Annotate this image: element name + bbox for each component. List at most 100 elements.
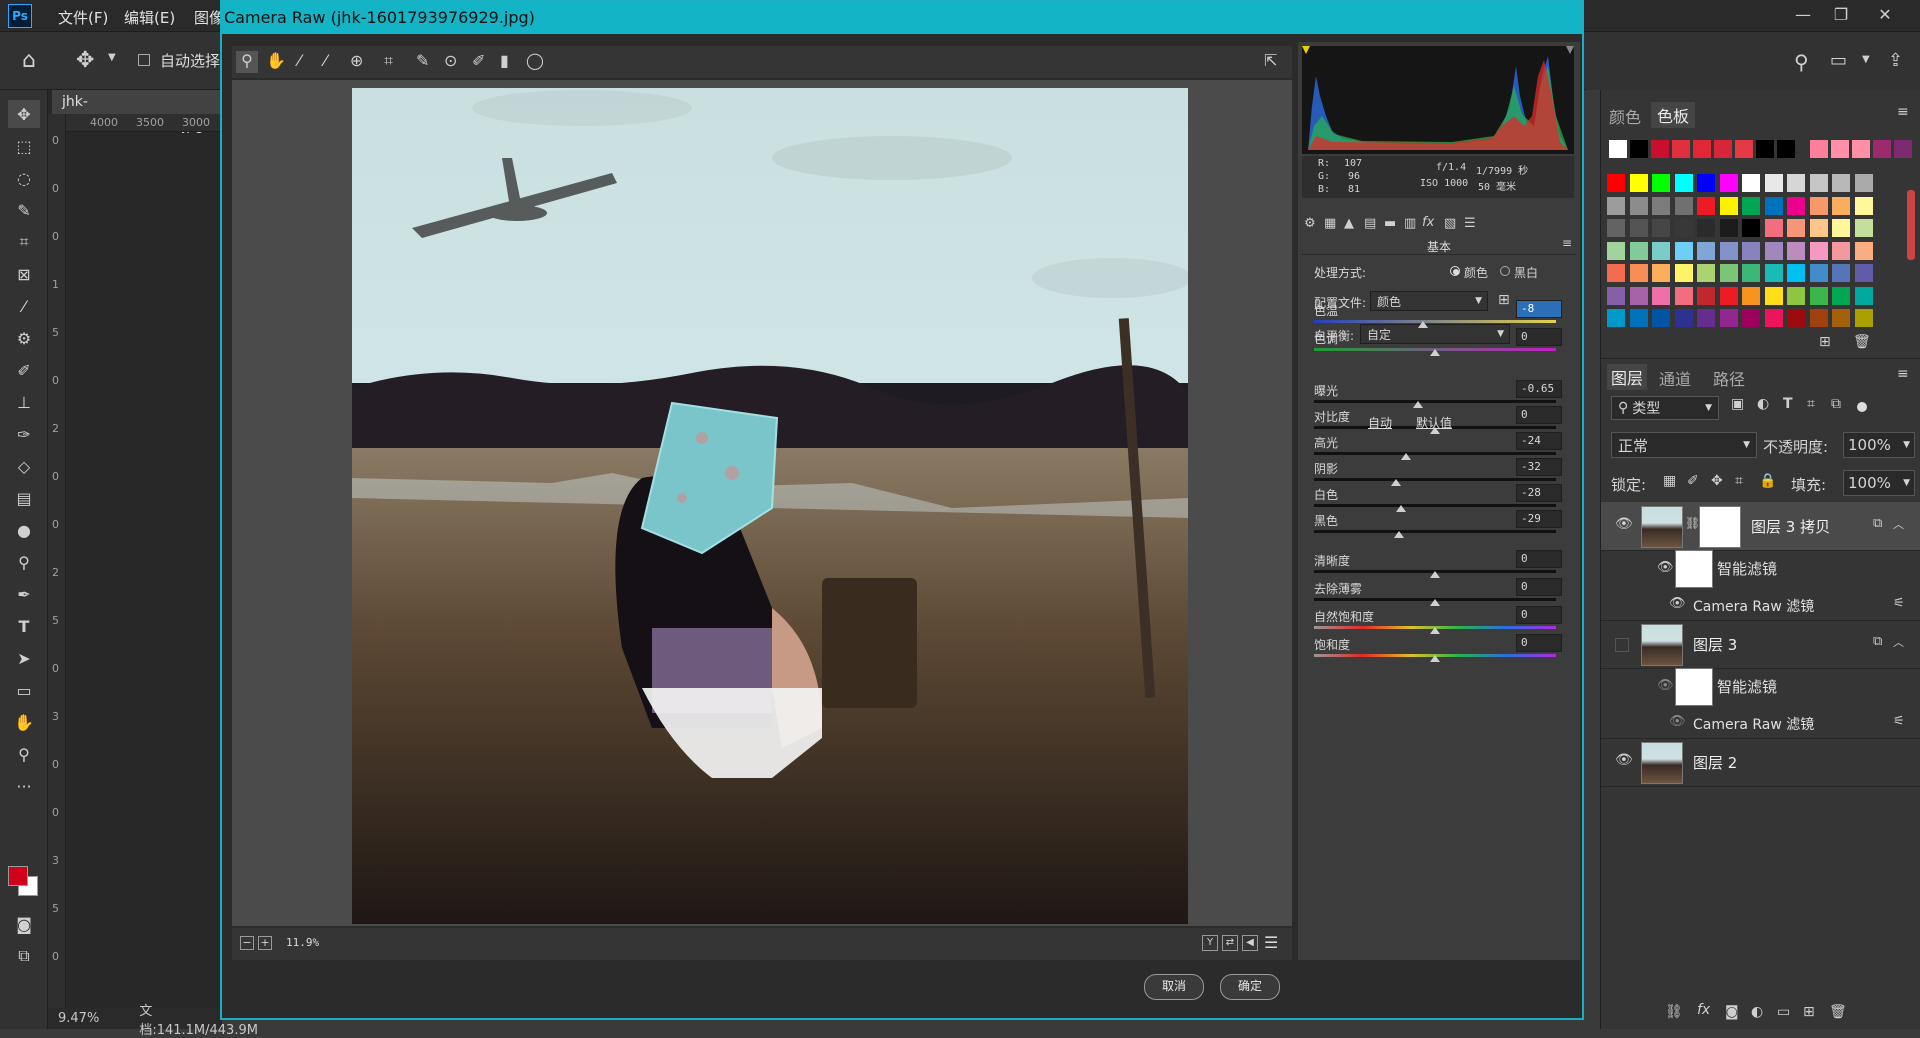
swatch[interactable] [1674, 196, 1693, 215]
swatch[interactable] [1809, 264, 1828, 282]
swatch[interactable] [1674, 241, 1693, 260]
zoom-value[interactable]: 11.9% [286, 936, 319, 949]
share-icon[interactable]: ⇪ [1888, 50, 1903, 71]
swatch[interactable] [1693, 140, 1711, 158]
swatch[interactable] [1742, 174, 1760, 192]
lock-transparent-icon[interactable]: ▦ [1663, 473, 1676, 489]
foreground-color-swatch[interactable] [8, 866, 28, 886]
filter-smart-icon[interactable]: ⧉ [1831, 396, 1841, 412]
swatch[interactable] [1697, 219, 1715, 237]
slider-thumb-whites[interactable] [1396, 505, 1407, 512]
swatch[interactable] [1652, 219, 1670, 237]
fx-icon[interactable]: fx [1422, 215, 1434, 230]
swatch[interactable] [1832, 196, 1850, 215]
blur-tool-icon[interactable]: ● [8, 516, 40, 544]
swatch[interactable] [1764, 286, 1783, 305]
adjustment-brush-icon[interactable]: ✐ [472, 51, 485, 70]
fx-icon[interactable]: fx [1697, 1002, 1710, 1018]
swatch[interactable] [1831, 140, 1849, 158]
tab-layers[interactable]: 图层 [1607, 364, 1648, 390]
add-mask-icon[interactable]: ◙ [1725, 1004, 1739, 1020]
swatch[interactable] [1832, 241, 1850, 260]
healing-tool-icon[interactable]: ⚙ [8, 324, 40, 352]
swatch[interactable] [1719, 264, 1738, 282]
quick-mask-icon[interactable]: ◙ [8, 910, 40, 938]
target-adjust-icon[interactable]: ⊕ [350, 51, 363, 70]
workspace-icon[interactable]: ▭ [1830, 50, 1847, 71]
slider-value-dehaze[interactable]: 0 [1516, 578, 1562, 596]
chevron-down-icon[interactable]: ▼ [108, 52, 116, 63]
swatch[interactable] [1809, 309, 1828, 327]
filter-toggle[interactable] [1857, 402, 1867, 412]
layer-row[interactable]: 👁 ⛓ 图层 3 拷贝 ⧉ ︿ [1601, 502, 1920, 551]
swatch[interactable] [1652, 241, 1670, 260]
screen-mode-icon[interactable]: ⧉ [8, 942, 40, 970]
slider-thumb-saturation[interactable] [1430, 655, 1440, 662]
swatch[interactable] [1854, 219, 1873, 237]
swap-icon[interactable]: ⇄ [1222, 935, 1238, 951]
opacity-input[interactable]: 100% ▼ [1843, 432, 1915, 458]
chevron-up-icon[interactable]: ︿ [1893, 516, 1904, 532]
slider-thumb-vibrance[interactable] [1430, 627, 1440, 634]
presets-icon[interactable]: ☰ [1464, 216, 1476, 231]
swatch[interactable] [1607, 241, 1625, 260]
wb-tool-icon[interactable]: ⁄ [298, 51, 301, 70]
hand-tool-icon[interactable]: ✋ [266, 51, 286, 70]
link-icon[interactable]: ⛓ [1685, 516, 1700, 530]
blend-mode-select[interactable]: 正常 ▼ [1611, 432, 1757, 458]
swatch[interactable] [1630, 140, 1648, 158]
path-select-tool-icon[interactable]: ➤ [8, 644, 40, 672]
search-icon[interactable]: ⚲ [1794, 50, 1809, 74]
smart-filter-row[interactable]: 👁 智能滤镜 [1601, 668, 1920, 708]
swatch[interactable] [1719, 174, 1738, 192]
eye-icon[interactable]: 👁 [1657, 678, 1674, 693]
radio-bw[interactable] [1500, 266, 1510, 276]
swatch[interactable] [1629, 309, 1648, 327]
swatch[interactable] [1742, 286, 1760, 305]
panel-menu-icon[interactable]: ≡ [1562, 236, 1572, 250]
panel-menu-icon[interactable]: ≡ [1897, 104, 1909, 120]
swatch[interactable] [1764, 219, 1783, 237]
adjustment-layer-icon[interactable]: ◐ [1751, 1004, 1763, 1020]
basic-panel-icon[interactable]: ⚙ [1304, 216, 1316, 231]
filter-type-icon[interactable]: T [1783, 396, 1793, 412]
swatch[interactable] [1652, 264, 1670, 282]
new-layer-icon[interactable]: ⊞ [1803, 1004, 1815, 1020]
hsl-panel-icon[interactable]: ▤ [1364, 216, 1376, 231]
swatch[interactable] [1854, 286, 1873, 305]
slider-value-vibrance[interactable]: 0 [1516, 606, 1562, 624]
calibration-icon[interactable]: ▧ [1444, 216, 1456, 231]
new-swatch-icon[interactable]: ⊞ [1819, 334, 1831, 350]
frame-tool-icon[interactable]: ⊠ [8, 260, 40, 288]
graduated-filter-icon[interactable]: ▮ [500, 51, 509, 70]
swatch[interactable] [1652, 286, 1670, 305]
swatch[interactable] [1764, 241, 1783, 260]
swatch[interactable] [1697, 264, 1715, 282]
auto-select-checkbox[interactable] [138, 54, 150, 66]
swatch[interactable] [1832, 309, 1850, 327]
marquee-tool-icon[interactable]: ⬚ [8, 132, 40, 160]
swatch[interactable] [1607, 264, 1625, 282]
close-icon[interactable]: ✕ [1870, 4, 1900, 28]
visibility-toggle[interactable] [1615, 638, 1629, 652]
swatch[interactable] [1607, 309, 1625, 327]
chevron-down-icon[interactable]: ▼ [1862, 54, 1870, 65]
swatch[interactable] [1787, 309, 1805, 327]
profile-browser-icon[interactable]: ⊞ [1498, 292, 1510, 308]
swatch[interactable] [1697, 309, 1715, 327]
preview-settings-icon[interactable]: ☰ [1264, 933, 1278, 952]
image-preview-area[interactable] [232, 80, 1292, 926]
swatch[interactable] [1854, 196, 1873, 215]
dodge-tool-icon[interactable]: ⚲ [8, 548, 40, 576]
swatch[interactable] [1852, 140, 1870, 158]
filter-name[interactable]: Camera Raw 滤镜 [1693, 596, 1814, 616]
eyedropper-tool-icon[interactable]: ⁄ [8, 292, 40, 320]
home-icon[interactable]: ⌂ [22, 48, 36, 73]
swatch[interactable] [1714, 140, 1732, 158]
lock-pixels-icon[interactable]: ✐ [1687, 473, 1699, 489]
swatch[interactable] [1719, 286, 1738, 305]
slider-value-whites[interactable]: -28 [1516, 484, 1562, 502]
slider-thumb-temp[interactable] [1417, 321, 1428, 328]
slider-thumb-tint[interactable] [1430, 349, 1440, 356]
fullscreen-icon[interactable]: ⇱ [1264, 51, 1277, 70]
